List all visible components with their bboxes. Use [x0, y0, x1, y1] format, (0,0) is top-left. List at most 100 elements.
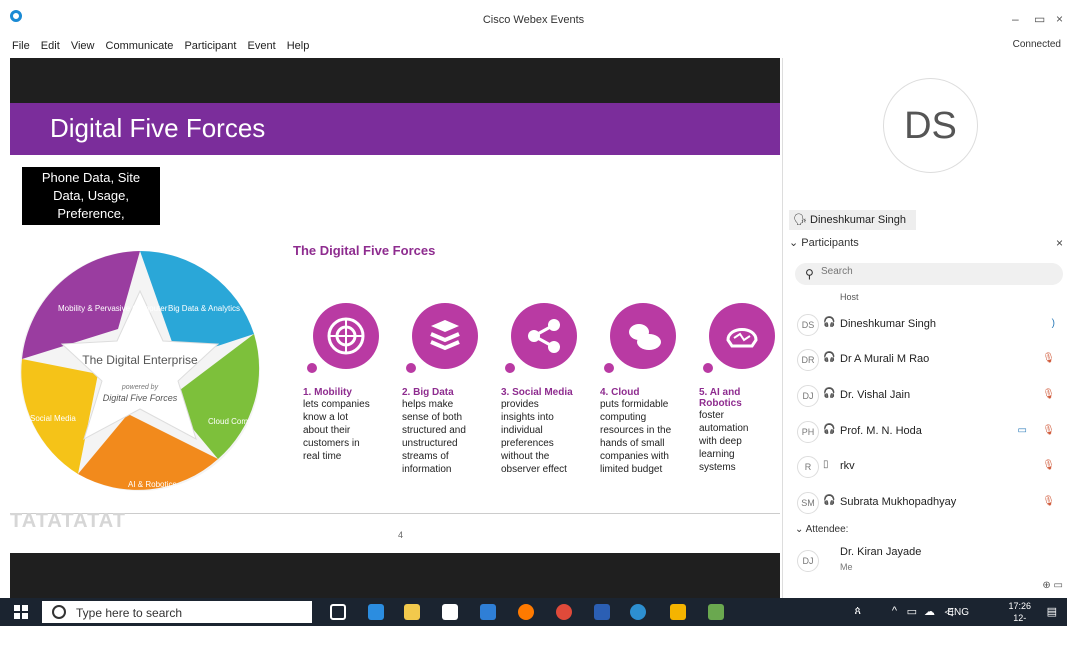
- mail-icon[interactable]: [480, 604, 496, 620]
- force-icon-circle: [305, 303, 379, 375]
- microphone-icon[interactable]: 🎙: [292, 604, 308, 620]
- muted-mic-icon[interactable]: 🎙: [1042, 389, 1055, 400]
- share-icon: [528, 319, 560, 353]
- attendee-row[interactable]: DJ Dr. Kiran Jayade Me: [797, 546, 1067, 574]
- speaker-icon: 🗣: [793, 214, 807, 226]
- edge-browser-icon[interactable]: [368, 604, 384, 620]
- task-view-icon[interactable]: [330, 604, 346, 620]
- avatar: PH: [797, 421, 819, 443]
- clock-date: 12-06-2020: [1009, 613, 1030, 647]
- slide-title: Digital Five Forces: [50, 113, 266, 143]
- notifications-icon[interactable]: ▤: [1047, 605, 1057, 618]
- participant-name: Dr. Vishal Jain: [840, 389, 911, 401]
- menu-event[interactable]: Event: [248, 36, 276, 56]
- menu-communicate[interactable]: Communicate: [106, 36, 174, 56]
- force-heading: 4. Cloud: [600, 387, 640, 398]
- search-input[interactable]: [821, 266, 1021, 277]
- chevron-up-icon[interactable]: ^: [892, 605, 897, 617]
- segment-label-ai: AI & Robotics: [128, 480, 176, 489]
- force-icon-circle: [404, 303, 478, 375]
- participant-search[interactable]: ⚲: [795, 263, 1063, 285]
- firefox-icon[interactable]: [518, 604, 534, 620]
- participant-row[interactable]: DS 🎧 Dineshkumar Singh ): [797, 310, 1067, 338]
- menu-file[interactable]: File: [12, 36, 30, 56]
- presentation-slide: Digital Five Forces Phone Data, Site Dat…: [10, 103, 780, 553]
- menu-participant[interactable]: Participant: [184, 36, 236, 56]
- participant-name: Prof. M. N. Hoda: [840, 425, 922, 437]
- force-description: lets companies know a lot about their cu…: [303, 399, 370, 462]
- menu-help[interactable]: Help: [287, 36, 310, 56]
- file-explorer-icon[interactable]: [404, 604, 420, 620]
- close-button[interactable]: ×: [1056, 12, 1063, 26]
- restore-button[interactable]: ▭: [1034, 12, 1045, 26]
- headset-icon: 🎧: [823, 317, 836, 328]
- muted-mic-icon[interactable]: 🎙: [1042, 496, 1055, 507]
- slide-page-number: 4: [398, 530, 404, 540]
- clock-time: 17:26: [1008, 601, 1031, 611]
- taskbar-search-placeholder: Type here to search: [76, 606, 183, 620]
- store-icon[interactable]: [442, 604, 458, 620]
- brain-icon: [726, 328, 758, 348]
- force-icon-circle: [602, 303, 676, 375]
- muted-mic-icon[interactable]: 🎙: [1042, 353, 1055, 364]
- taskbar-search-box[interactable]: Type here to search: [42, 601, 312, 623]
- menu-view[interactable]: View: [71, 36, 95, 56]
- avatar: R: [797, 456, 819, 478]
- network-icon[interactable]: ▭: [907, 605, 917, 618]
- attendee-section-header[interactable]: ⌄ Attendee:: [795, 524, 848, 535]
- segment-label-big-data: Big Data & Analytics: [168, 304, 240, 313]
- taskbar-clock[interactable]: 17:26 12-06-2020: [1008, 600, 1031, 648]
- menu-bar: File Edit View Communicate Participant E…: [0, 36, 1067, 56]
- participant-row[interactable]: DJ 🎧 Dr. Vishal Jain 🎙: [797, 381, 1067, 409]
- avatar: DJ: [797, 385, 819, 407]
- participant-row[interactable]: PH 🎧 Prof. M. N. Hoda ▭ 🎙: [797, 417, 1067, 445]
- paint-icon[interactable]: [708, 604, 724, 620]
- headset-icon: 🎧: [823, 352, 836, 363]
- language-indicator[interactable]: ENG: [947, 607, 969, 618]
- explorer-app-icon[interactable]: [670, 604, 686, 620]
- webex-taskbar-icon[interactable]: [630, 604, 646, 620]
- participant-row[interactable]: SM 🎧 Subrata Mukhopadhyay 🎙: [797, 488, 1067, 516]
- participant-name: Dr A Murali M Rao: [840, 353, 930, 365]
- avatar: DS: [797, 314, 819, 336]
- video-camera-icon[interactable]: ▭: [1018, 425, 1027, 436]
- attendee-name: Dr. Kiran Jayade: [840, 546, 922, 558]
- headset-icon: 🎧: [823, 388, 836, 399]
- avatar: SM: [797, 492, 819, 514]
- participants-panel: DS 🗣 Dineshkumar Singh ⌄ Participants × …: [782, 58, 1067, 598]
- participant-row[interactable]: R ▯ rkv 🎙: [797, 452, 1067, 480]
- participant-name: Dineshkumar Singh: [840, 318, 936, 330]
- muted-mic-icon[interactable]: 🎙: [1042, 425, 1055, 436]
- active-speaker-tab[interactable]: 🗣 Dineshkumar Singh: [789, 210, 917, 230]
- cloud-icon: [629, 324, 661, 350]
- window-title: Cisco Webex Events: [482, 14, 585, 26]
- word-icon[interactable]: [594, 604, 610, 620]
- chrome-icon[interactable]: [556, 604, 572, 620]
- participant-row[interactable]: DR 🎧 Dr A Murali M Rao 🎙: [797, 345, 1067, 373]
- data-note-box: Phone Data, Site Data, Usage, Preference…: [22, 167, 160, 225]
- menu-edit[interactable]: Edit: [41, 36, 60, 56]
- radar-icon: [327, 317, 365, 355]
- powered-by-label: powered by: [121, 384, 159, 391]
- panel-footer-icons[interactable]: ⊕ ▭: [1042, 580, 1063, 591]
- forces-heading: The Digital Five Forces: [293, 243, 436, 258]
- muted-mic-icon[interactable]: 🎙: [1042, 460, 1055, 471]
- windows-start-icon[interactable]: [14, 605, 28, 619]
- force-heading: 2. Big Data: [402, 387, 454, 398]
- close-panel-button[interactable]: ×: [1056, 236, 1063, 250]
- force-heading: 1. Mobility: [303, 387, 352, 398]
- onedrive-icon[interactable]: ☁: [924, 605, 935, 618]
- avatar: DJ: [797, 550, 819, 572]
- active-speaker-name: Dineshkumar Singh: [810, 214, 907, 226]
- force-item: 1. Mobility lets companies know a lot ab…: [303, 303, 391, 463]
- minimize-button[interactable]: –: [1012, 12, 1019, 26]
- attendee-me-label: Me: [840, 562, 853, 572]
- shared-content-area[interactable]: Digital Five Forces Phone Data, Site Dat…: [10, 58, 780, 598]
- participants-section-header[interactable]: ⌄ Participants: [789, 236, 859, 249]
- participant-name: Subrata Mukhopadhyay: [840, 496, 957, 508]
- segment-label-mobility: Mobility & Pervasive Computer: [58, 304, 168, 313]
- note-line: Preference,: [57, 206, 125, 221]
- person-icon[interactable]: ጰ: [854, 605, 861, 618]
- audio-level-icon[interactable]: ): [1052, 318, 1055, 329]
- slide-header-band: Digital Five Forces: [10, 103, 780, 155]
